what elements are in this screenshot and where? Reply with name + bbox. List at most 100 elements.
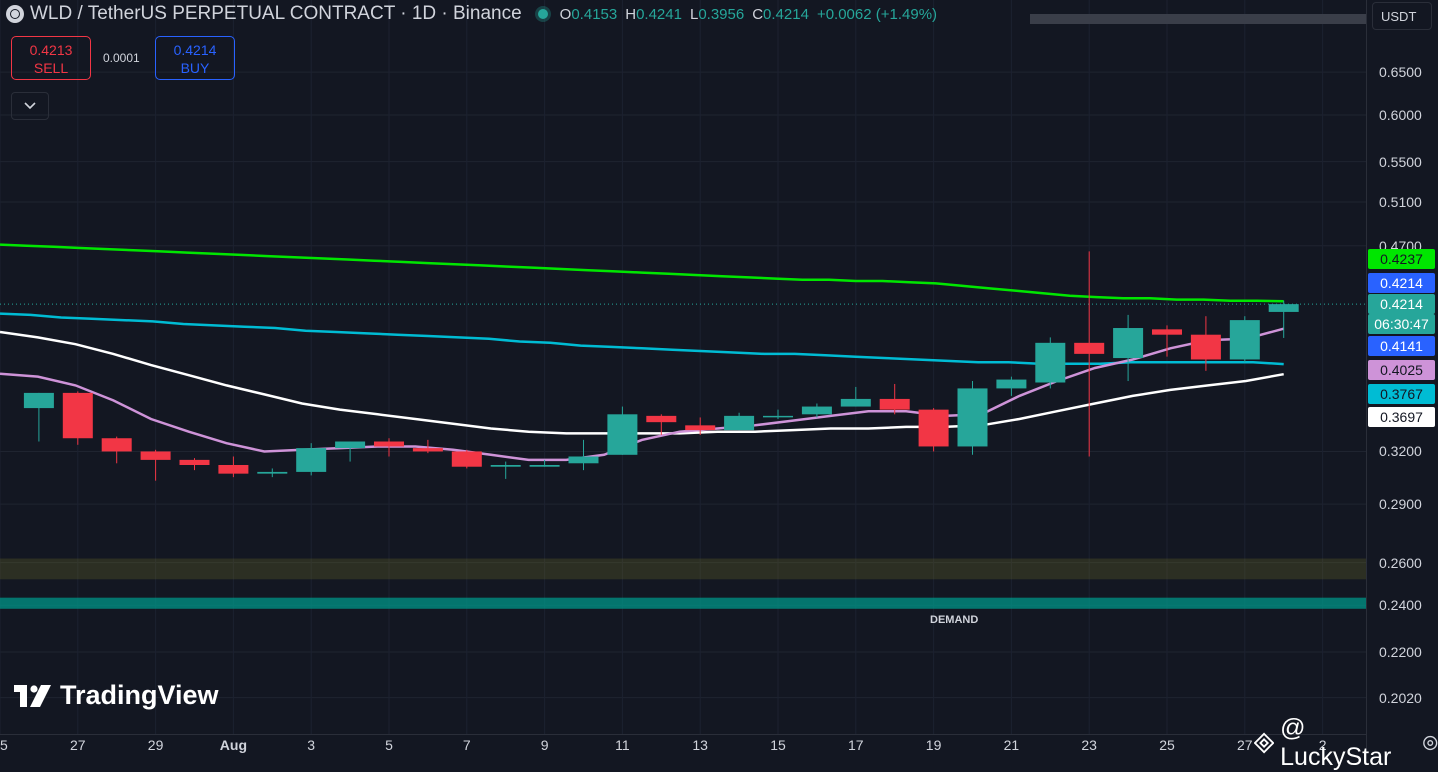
candle-body (840, 398, 871, 407)
time-tick-label: 15 (770, 737, 786, 753)
time-tick-label: 25 (0, 737, 8, 753)
price-axis-label: 0.4025 (1368, 360, 1435, 380)
time-tick-label: 11 (615, 737, 630, 753)
price-tick-label: 0.2600 (1379, 554, 1422, 571)
candle-body (646, 415, 677, 423)
price-tick-label: 0.5100 (1379, 193, 1422, 210)
time-tick-label: 23 (1081, 737, 1097, 753)
time-tick-label: 27 (70, 737, 86, 753)
low-value: 0.3956 (698, 5, 745, 23)
price-axis-label: 0.3697 (1368, 407, 1435, 427)
high-label: H (625, 5, 637, 23)
price-axis-label: 0.4141 (1368, 336, 1435, 356)
market-status-icon[interactable] (537, 9, 548, 19)
close-value: 0.4214 (763, 5, 809, 23)
candle-body (685, 425, 716, 431)
candle-body (529, 465, 560, 467)
price-tick-label: 0.2400 (1379, 597, 1422, 614)
tradingview-logo-text: TradingView (60, 680, 219, 710)
time-tick-label: 21 (1003, 737, 1020, 753)
candle-body (335, 441, 366, 449)
candle-body (62, 392, 93, 439)
buy-label: BUY (180, 60, 210, 76)
spread-value: 0.0001 (103, 51, 140, 65)
candle-body (801, 406, 832, 415)
supply-zone (0, 558, 1366, 580)
tradingview-logo: TradingView (14, 680, 219, 711)
open-value: 0.4153 (571, 5, 618, 23)
candle-body (1229, 320, 1260, 360)
time-axis[interactable]: 252729Aug35791113151719212325272 (0, 734, 1366, 755)
price-axis-label: 0.4214 (1368, 273, 1435, 293)
demand-zone (0, 597, 1366, 609)
candle-body (140, 451, 171, 460)
moving-average-line-1 (0, 243, 1284, 303)
candle-body (101, 438, 132, 452)
price-tick-label: 0.2200 (1379, 644, 1422, 660)
price-tick-label: 0.3200 (1379, 443, 1422, 460)
time-tick-label: 19 (925, 737, 942, 753)
price-tick-label: 0.2900 (1379, 496, 1422, 513)
price-axis[interactable]: 0.6500 0.6000 0.5500 0.5100 0.4700 0.3200 0.29… (1366, 0, 1438, 754)
author-watermark: @ LuckyStar (1254, 714, 1438, 772)
candle-body (879, 398, 910, 410)
watermark-text: @ LuckyStar (1280, 714, 1392, 771)
candle-body (1113, 328, 1144, 359)
time-tick-label: 13 (692, 737, 708, 753)
candle-body (607, 414, 638, 455)
time-tick-label: 27 (1237, 737, 1253, 753)
currency-unit-button[interactable]: USDT (1372, 2, 1432, 30)
bar-countdown-label: 06:30:47 (1368, 314, 1435, 334)
buy-price: 0.4214 (173, 42, 217, 58)
candle-body (296, 448, 327, 472)
candle-body (1268, 304, 1299, 312)
candle-body (996, 379, 1027, 389)
symbol-title[interactable]: WLD / TetherUS PERPETUAL CONTRACT · 1D ·… (30, 3, 522, 25)
tradingview-logo-icon (14, 684, 51, 707)
high-value: 0.4241 (636, 5, 682, 23)
candle-body (257, 471, 288, 474)
time-tick-label: 3 (307, 737, 316, 753)
candle-body (218, 465, 249, 474)
candlestick-chart[interactable] (0, 0, 1366, 734)
candle-body (412, 448, 443, 452)
time-tick-label: Aug (219, 737, 247, 753)
candle-body (1074, 342, 1105, 354)
candle-body (568, 456, 599, 464)
moving-average-line-2 (0, 312, 1284, 366)
close-label: C (752, 5, 764, 23)
candle-body (451, 451, 482, 467)
time-tick-label: 5 (385, 737, 393, 753)
sell-button[interactable]: 0.4213 SELL (11, 36, 91, 80)
price-tick-label: 0.2020 (1379, 689, 1422, 706)
price-axis-label: 0.3767 (1368, 384, 1435, 404)
time-tick-label: 17 (848, 737, 864, 753)
sell-label: SELL (33, 60, 69, 76)
candle-body (724, 415, 755, 431)
change-value: +0.0062 (+1.49%) (816, 5, 938, 23)
price-tick-label: 0.5500 (1379, 153, 1422, 170)
target-icon[interactable] (1422, 734, 1438, 752)
open-label: O (559, 5, 572, 23)
time-tick-label: 25 (1159, 737, 1175, 753)
symbol-logo-icon (6, 5, 24, 23)
binance-diamond-icon (1254, 732, 1275, 754)
candle-body (23, 392, 54, 409)
time-tick-label: 29 (147, 737, 164, 753)
candle-body (918, 409, 949, 447)
candle-body (1035, 342, 1066, 383)
price-axis-label: 0.4214 (1368, 294, 1435, 314)
candle-body (763, 415, 793, 418)
price-axis-label: 0.4237 (1368, 249, 1435, 269)
chart-header: WLD / TetherUS PERPETUAL CONTRACT · 1D ·… (6, 2, 937, 26)
buy-button[interactable]: 0.4214 BUY (155, 36, 235, 80)
chart-area[interactable] (0, 0, 1366, 734)
candle-body (374, 441, 404, 447)
candle-body (1190, 334, 1221, 360)
chevron-down-icon (24, 102, 36, 110)
candle-body (490, 465, 521, 467)
collapse-button[interactable] (11, 92, 49, 120)
time-tick-label: 9 (540, 737, 549, 753)
ohlc-readout: O0.4153 H0.4241 L0.3956 C0.4214 +0.0062 … (560, 6, 937, 23)
sell-price: 0.4213 (29, 42, 73, 58)
